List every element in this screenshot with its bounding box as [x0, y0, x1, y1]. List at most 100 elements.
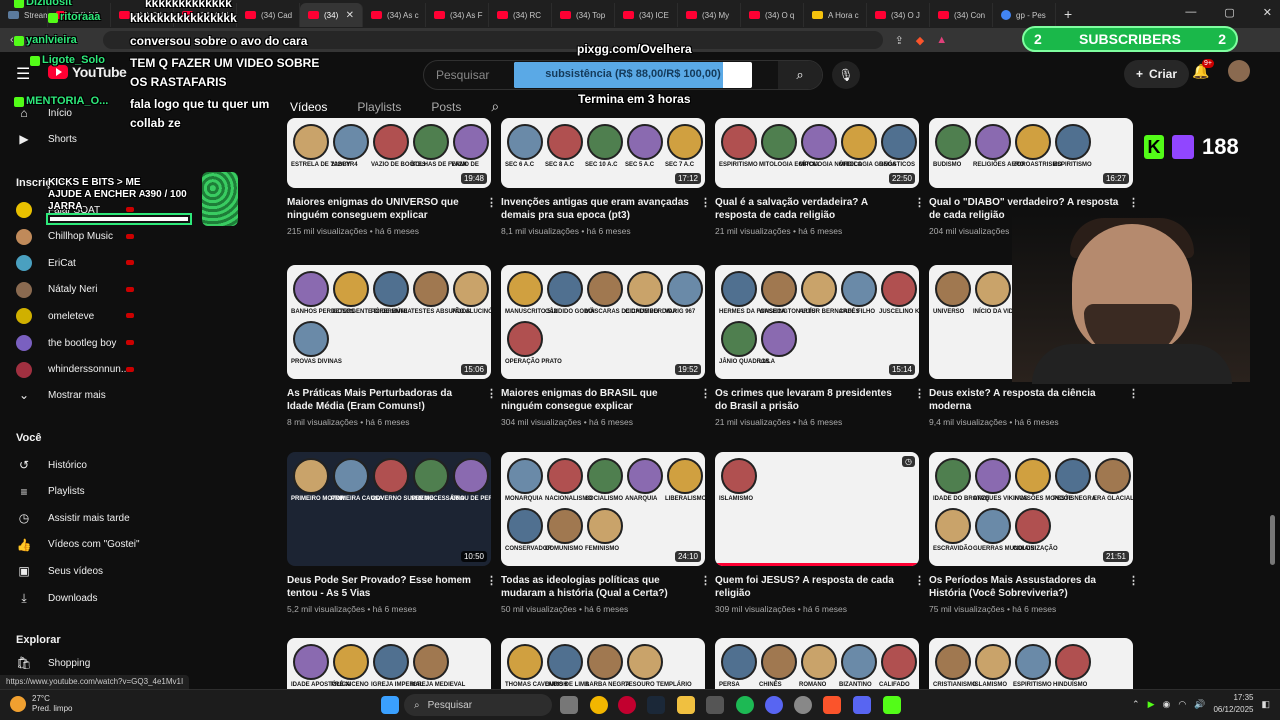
brave-shield-icon[interactable]: ◆ — [916, 34, 924, 47]
browser-tab[interactable]: (34) RC — [489, 3, 552, 27]
sidebar-item-playlist[interactable]: ≡ Playlists — [16, 485, 84, 499]
video-thumbnail[interactable]: Islamismo ◷ — [715, 452, 919, 566]
browser-tab[interactable]: (34) ICE — [615, 3, 678, 27]
more-options-icon[interactable]: ⋮ — [1128, 387, 1139, 400]
video-title[interactable]: Os crimes que levaram 8 presidentes do B… — [715, 387, 905, 413]
video-thumbnail[interactable]: Primeiro Motor Primeira Causa Governo Supr… — [287, 452, 491, 566]
video-thumbnail[interactable]: Sec 6 A.C Sec 8 A.C Sec 10 A.C Sec 5 A.C Sec… — [501, 118, 705, 188]
wifi-icon[interactable]: ◠ — [1178, 699, 1186, 710]
browser-tab[interactable]: A Hora c — [804, 3, 867, 27]
video-thumbnail[interactable]: Hermes da Fonseca Washington Luís Artur Be… — [715, 265, 919, 379]
video-thumbnail[interactable]: Estrela de Tabby 2024 YR4 Vazio de Boötes B… — [287, 118, 491, 188]
browser-tab[interactable]: (34) O q — [741, 3, 804, 27]
sidebar-subscription[interactable]: Nátaly Neri — [16, 281, 134, 298]
more-options-icon[interactable]: ⋮ — [914, 196, 925, 209]
channel-search-icon[interactable]: ⌕ — [491, 98, 499, 115]
browser-tab[interactable]: (34) As F — [426, 3, 489, 27]
sidebar-subscription[interactable]: EriCat — [16, 255, 134, 272]
video-thumbnail[interactable]: Espiritismo Mitologia Egípcia Mitologia Nó… — [715, 118, 919, 188]
browser-tab[interactable]: (34) Con — [930, 3, 993, 27]
video-thumbnail[interactable]: Idade do Bronze Ataques Vikings Invasões M… — [929, 452, 1133, 566]
tab-posts[interactable]: Posts — [431, 100, 461, 114]
show-more-button[interactable]: ⌄ Mostrar mais — [16, 388, 106, 402]
sidebar-item-shopping[interactable]: 🛍 Shopping — [16, 656, 90, 670]
task-view-icon[interactable] — [560, 696, 578, 714]
sidebar-item-home[interactable]: ⌂ Início — [16, 106, 72, 120]
app-icon[interactable] — [706, 696, 724, 714]
more-options-icon[interactable]: ⋮ — [914, 574, 925, 587]
more-options-icon[interactable]: ⋮ — [486, 387, 497, 400]
avatar[interactable] — [1228, 60, 1250, 82]
create-button[interactable]: + Criar — [1124, 60, 1190, 88]
video-thumbnail[interactable]: Manuscrito 512 Cândido Godói Máscaras de C… — [501, 265, 705, 379]
notifications-bell-icon[interactable]: 🔔 9+ — [1192, 59, 1214, 80]
search-icon[interactable]: ⌕ — [778, 61, 822, 89]
folder-icon[interactable] — [677, 696, 695, 714]
video-title[interactable]: As Práticas Mais Perturbadoras da Idade … — [287, 387, 477, 413]
tray-play-icon[interactable]: ▶ — [1148, 699, 1155, 710]
minimize-icon[interactable]: — — [1185, 6, 1196, 19]
video-title[interactable]: Os Períodos Mais Assustadores da Históri… — [929, 574, 1119, 600]
explore-header[interactable]: Explorar — [16, 634, 61, 646]
volume-icon[interactable]: 🔊 — [1194, 699, 1205, 710]
more-options-icon[interactable]: ⋮ — [486, 196, 497, 209]
taskbar-search[interactable]: ⌕ Pesquisar — [404, 694, 552, 716]
chrome-icon[interactable] — [590, 696, 608, 714]
obs-icon[interactable] — [765, 696, 783, 714]
sidebar-subscription[interactable]: omeleteve — [16, 308, 134, 325]
video-title[interactable]: Deus Pode Ser Provado? Esse homem tentou… — [287, 574, 477, 600]
tab-videos[interactable]: Vídeos — [290, 100, 327, 114]
sidebar-subscription[interactable]: the bootleg boy — [16, 335, 134, 351]
sidebar-item-download[interactable]: ⤓ Downloads — [16, 591, 97, 606]
more-options-icon[interactable]: ⋮ — [700, 387, 711, 400]
notification-center-icon[interactable]: ◧ — [1261, 699, 1270, 710]
video-title[interactable]: Quem foi JESUS? A resposta de cada relig… — [715, 574, 905, 600]
video-title[interactable]: Qual é a salvação verdadeira? A resposta… — [715, 196, 905, 222]
sidebar-subscription[interactable]: whinderssonnun... — [16, 361, 134, 378]
new-tab-icon[interactable]: + — [1064, 6, 1072, 22]
video-thumbnail[interactable]: Budismo Religiões Afro Zoroastrismo Espirit… — [929, 118, 1133, 188]
weather-widget[interactable]: 27°C Pred. limpo — [10, 694, 72, 714]
tab-playlists[interactable]: Playlists — [357, 100, 401, 114]
share-icon[interactable]: ⇪ — [895, 34, 904, 47]
more-options-icon[interactable]: ⋮ — [700, 574, 711, 587]
maximize-icon[interactable]: ▢ — [1224, 6, 1234, 19]
settings-icon[interactable] — [794, 696, 812, 714]
menu-icon[interactable]: ☰ — [16, 64, 30, 84]
video-title[interactable]: Invenções antigas que eram avançadas dem… — [501, 196, 691, 222]
browser-tab[interactable]: (34) As c — [363, 3, 426, 27]
close-tab-icon[interactable]: ✕ — [346, 10, 354, 21]
browser-tab[interactable]: (34) Top — [552, 3, 615, 27]
clock[interactable]: 17:35 06/12/2025 — [1213, 692, 1253, 716]
browser-tab[interactable]: (34) ✕ — [300, 3, 363, 27]
steam-icon[interactable] — [647, 696, 665, 714]
start-icon[interactable] — [381, 696, 399, 714]
more-options-icon[interactable]: ⋮ — [486, 574, 497, 587]
video-thumbnail[interactable]: Monarquia Nacionalismo Socialismo Anarquia L… — [501, 452, 705, 566]
search-input[interactable]: Pesquisar — [436, 68, 489, 82]
spotify-icon[interactable] — [736, 696, 754, 714]
close-window-icon[interactable]: ✕ — [1263, 6, 1272, 19]
you-header[interactable]: Você — [16, 432, 41, 444]
discord-icon[interactable] — [853, 696, 871, 714]
more-options-icon[interactable]: ⋮ — [914, 387, 925, 400]
video-title[interactable]: Todas as ideologias políticas que mudara… — [501, 574, 691, 600]
more-options-icon[interactable]: ⋮ — [1128, 574, 1139, 587]
browser-tab[interactable]: (34) My — [678, 3, 741, 27]
video-title[interactable]: Deus existe? A resposta da ciência moder… — [929, 387, 1119, 413]
mic-icon[interactable]: 🎙 — [832, 61, 860, 89]
watch-later-icon[interactable]: ◷ — [902, 456, 915, 467]
browser-tab[interactable]: (34) Cad — [237, 3, 300, 27]
opera-icon[interactable] — [618, 696, 636, 714]
sidebar-item-video[interactable]: ▣ Seus vídeos — [16, 564, 103, 578]
video-title[interactable]: Maiores enigmas do UNIVERSO que ninguém … — [287, 196, 477, 222]
youtube-logo[interactable]: YouTube — [48, 64, 127, 80]
page-scrollbar[interactable] — [1270, 515, 1275, 565]
video-title[interactable]: Maiores enigmas do BRASIL que ninguém co… — [501, 387, 691, 413]
video-thumbnail[interactable]: Banhos Perigosos Detergente Diferente Pó d… — [287, 265, 491, 379]
chevron-up-icon[interactable]: ⌃ — [1132, 699, 1140, 710]
tray-app-icon[interactable]: ◉ — [1163, 699, 1171, 710]
browser-tab[interactable]: gp - Pes — [993, 3, 1056, 27]
sidebar-subscription[interactable]: Chillhop Music — [16, 228, 134, 245]
browser-tab[interactable]: (34) O J — [867, 3, 930, 27]
